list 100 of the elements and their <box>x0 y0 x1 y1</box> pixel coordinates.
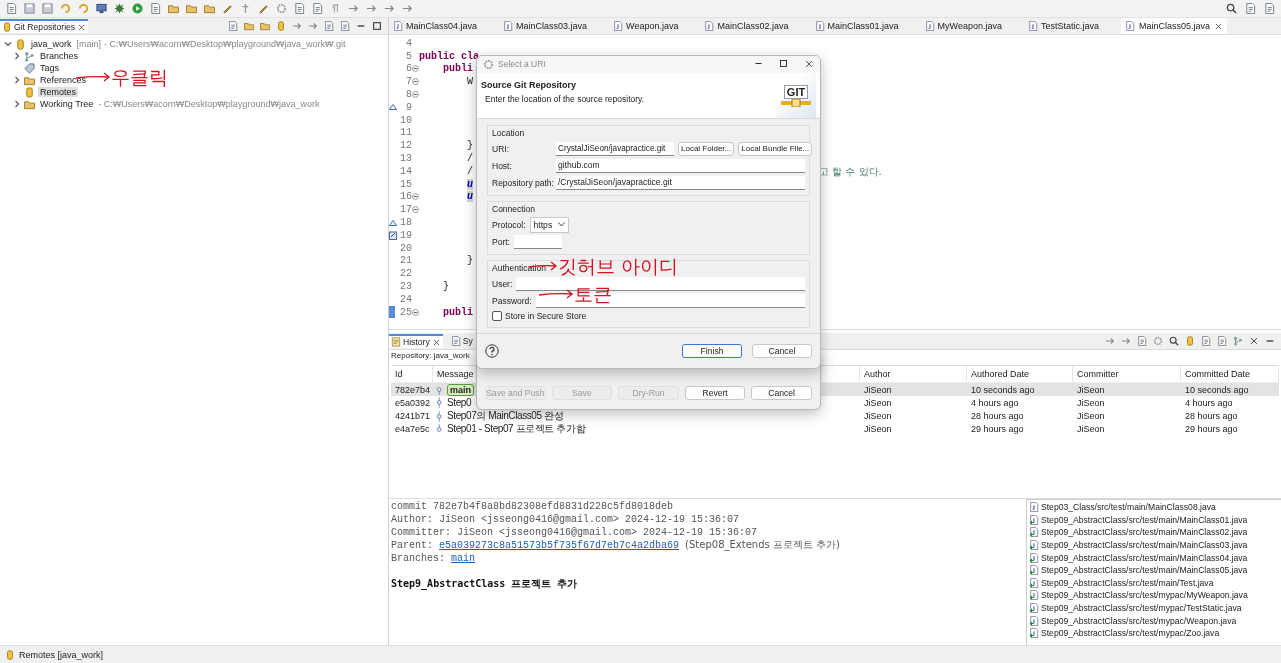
caret-icon <box>558 222 566 228</box>
chevron-icon[interactable] <box>13 76 21 84</box>
fold-icon[interactable] <box>412 193 419 201</box>
file-icon <box>6 3 17 14</box>
file-path[interactable]: Step09_AbstractClass/src/test/main/Test.java <box>1041 577 1214 588</box>
file-path[interactable]: Step03_Class/src/test/main/MainClass08.java <box>1041 502 1216 513</box>
uri-field[interactable]: CrystalJiSeon/javapractice.git <box>556 141 674 156</box>
editor-tab[interactable]: TestStatic.java <box>1023 18 1121 34</box>
host-field[interactable]: github.com <box>556 158 805 173</box>
commit-text: commit 782e7b4f8a8bd82308efd8831d228c5fd8018deb <box>391 501 675 514</box>
path-label: - C:₩Users₩acorn₩Desktop₩playground₩java_work <box>98 99 320 109</box>
page-icon <box>340 21 350 31</box>
chevron-icon[interactable] <box>13 100 21 108</box>
close-icon <box>77 22 87 32</box>
file-path[interactable]: Step09_AbstractClass/src/test/main/MainClass05.java <box>1041 565 1248 576</box>
fold-icon[interactable] <box>412 65 419 73</box>
file-path[interactable]: Step09_AbstractClass/src/test/mypac/Zoo.java <box>1041 628 1220 639</box>
table-cell: Step01 - Step07 프로젝트 추가함 <box>447 422 586 436</box>
dialog-button[interactable]: Finish <box>682 344 742 359</box>
close-icon <box>1249 336 1259 346</box>
added-file-icon <box>1029 514 1039 525</box>
table-cell-text: 28 hours ago <box>1184 411 1239 421</box>
chevron-icon[interactable] <box>4 40 12 48</box>
editor-tab[interactable]: Weapon.java <box>609 18 701 34</box>
save-all-icon <box>42 3 53 14</box>
arrow-icon <box>1121 336 1131 346</box>
dialog-button[interactable]: Cancel <box>751 386 812 400</box>
file-path[interactable]: Step09_AbstractClass/src/test/main/MainClass04.java <box>1041 552 1248 563</box>
history-icon <box>391 337 401 347</box>
tree-item[interactable]: Working Tree <box>38 99 96 109</box>
run-icon <box>132 3 143 14</box>
line-number: 25 <box>400 306 412 318</box>
table-cell-text: 4 hours ago <box>970 397 1020 408</box>
line-number: 13 <box>400 153 412 165</box>
fold-icon[interactable] <box>412 206 419 214</box>
chevron-icon[interactable] <box>13 52 21 60</box>
group-title: Location <box>492 128 525 141</box>
fold-icon[interactable] <box>412 78 419 86</box>
column-header[interactable]: Id <box>391 366 433 382</box>
local-bundle-button[interactable]: Local Bundle File... <box>738 141 813 156</box>
column-header[interactable]: Author <box>860 366 967 382</box>
tree-item[interactable]: References <box>38 75 89 85</box>
commit-row[interactable]: e4a7e5c Step01 - Step07 프로젝트 추가함 JiSeon 29 hours ago JiSeon 29 hours ago <box>391 422 1279 435</box>
git-logo: GIT <box>783 84 809 99</box>
editor-tab[interactable]: MainClass03.java <box>499 18 610 34</box>
checkbox-label[interactable]: Store in Secure Store <box>505 311 587 322</box>
dialog-description: Enter the location of the source repository. <box>485 93 646 104</box>
page-icon <box>1201 336 1211 346</box>
dialog-button[interactable]: Cancel <box>752 344 812 359</box>
file-path[interactable]: Step09_AbstractClass/src/test/main/MainClass02.java <box>1041 527 1248 538</box>
file-path[interactable]: Step09_AbstractClass/src/test/mypac/MyWeapon.java <box>1041 590 1248 601</box>
editor-tab[interactable]: MainClass04.java <box>389 18 500 34</box>
repository-icon <box>24 86 35 98</box>
tree-item[interactable]: Tags <box>38 63 61 73</box>
editor-tab[interactable]: MainClass01.java <box>810 18 921 34</box>
java-file-icon <box>503 21 514 31</box>
file-path[interactable]: Step09_AbstractClass/src/test/main/MainClass03.java <box>1041 540 1248 551</box>
dialog-button[interactable]: Revert <box>684 386 746 400</box>
java-file-icon <box>704 21 715 31</box>
column-header[interactable]: Authored Date <box>967 366 1073 382</box>
search-icon <box>1169 336 1179 346</box>
view-tab[interactable]: History <box>389 334 443 348</box>
fold-icon[interactable] <box>412 308 419 316</box>
comment-text: 고 할 수 있다. <box>819 165 882 177</box>
commit-message: Step9_AbstractClass 프로젝트 추가 <box>391 578 579 591</box>
port-field[interactable] <box>513 234 562 249</box>
code-text: publi <box>442 306 473 318</box>
table-cell-text: 4 hours ago <box>1184 397 1234 408</box>
view-tab[interactable]: Sy <box>448 333 475 349</box>
line-number: 21 <box>400 255 412 267</box>
commit-row[interactable]: 4241b71 Step07의 MainClass05 완성 JiSeon 28 hours ago JiSeon 28 hours ago <box>391 409 1279 422</box>
help-icon[interactable] <box>485 344 499 359</box>
tree-item[interactable]: Remotes <box>38 87 78 97</box>
tree-item[interactable]: Branches <box>38 51 81 61</box>
table-cell-text: 10 seconds ago <box>970 384 1036 395</box>
editor-tab[interactable]: MainClass02.java <box>700 18 811 34</box>
editor-tab[interactable]: MyWeapon.java <box>920 18 1024 34</box>
file-path[interactable]: Step09_AbstractClass/src/test/mypac/Weapon.java <box>1041 615 1237 626</box>
close-icon <box>431 337 441 347</box>
parent-link[interactable]: e5a039273c8a51573b5f735f67d7eb7c4a2dba69 <box>439 540 680 552</box>
path-field[interactable]: /CrystalJiSeon/javapractice.git <box>556 175 805 190</box>
file-path[interactable]: Step09_AbstractClass/src/test/mypac/TestStatic.java <box>1041 603 1242 614</box>
column-header[interactable]: Committer <box>1073 366 1181 382</box>
fold-icon[interactable] <box>412 91 419 99</box>
arrow-icon <box>348 3 359 14</box>
file-path[interactable]: Step09_AbstractClass/src/test/main/MainClass01.java <box>1041 514 1248 525</box>
branch-link[interactable]: main <box>451 553 476 565</box>
column-header[interactable]: Committed Date <box>1181 366 1279 382</box>
protocol-dropdown[interactable]: https <box>529 216 570 233</box>
checkbox[interactable] <box>492 311 502 322</box>
tree-item[interactable]: java_work <box>29 39 74 49</box>
git-repositories-tab[interactable]: Git Repositories <box>0 19 89 33</box>
handwritten-arrow <box>538 289 574 299</box>
paragraph-icon <box>330 3 341 14</box>
table-cell-text: JiSeon <box>863 397 893 408</box>
line-number: 17 <box>400 204 412 216</box>
clipboard-icon <box>389 230 397 240</box>
local-folder-button[interactable]: Local Folder... <box>678 141 735 156</box>
field-label: User: <box>492 278 513 289</box>
editor-tab[interactable]: MainClass05.java <box>1120 18 1227 34</box>
